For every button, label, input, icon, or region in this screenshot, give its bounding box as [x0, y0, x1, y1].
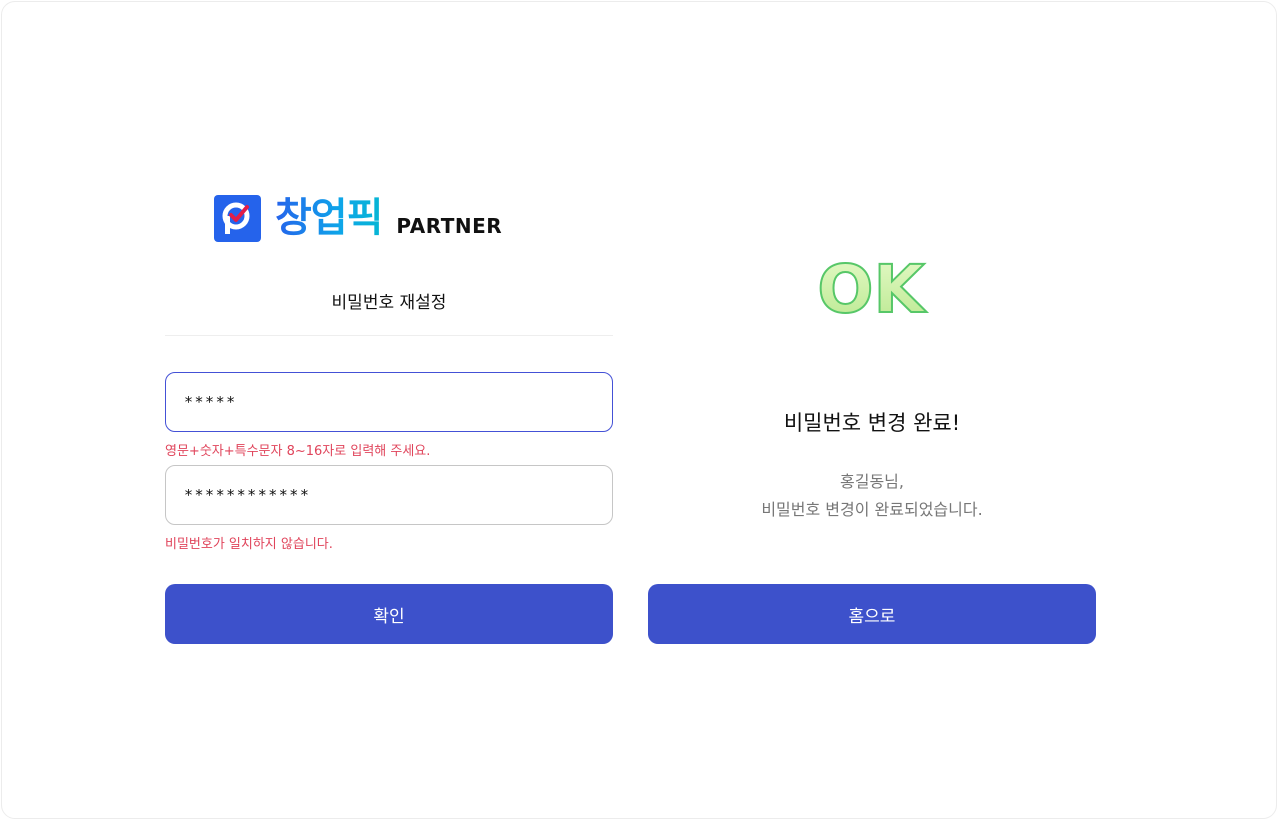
password-error: 영문+숫자+특수문자 8~16자로 입력해 주세요.: [165, 444, 431, 459]
result-message: 홍길동님, 비밀번호 변경이 완료되었습니다.: [648, 468, 1096, 524]
page-frame: 창업픽 PARTNER 비밀번호 재설정 ***** 영문+숫자+특수문자 8~…: [1, 1, 1277, 819]
result-message-line1: 홍길동님,: [840, 472, 904, 491]
result-message-line2: 비밀번호 변경이 완료되었습니다.: [761, 500, 983, 519]
ok-success-icon: OK: [816, 252, 928, 322]
home-button[interactable]: 홈으로: [648, 584, 1096, 644]
p-check-logo-icon: [214, 194, 261, 242]
new-password-input[interactable]: *****: [165, 372, 613, 432]
confirm-password-input[interactable]: ************: [165, 465, 613, 525]
new-password-value: *****: [184, 393, 237, 411]
page-title: 비밀번호 재설정: [331, 293, 447, 313]
ok-badge-text: OK: [817, 252, 927, 322]
confirm-password-value: ************: [184, 486, 311, 504]
confirm-password-error: 비밀번호가 일치하지 않습니다.: [165, 537, 333, 552]
title-divider: [165, 335, 613, 336]
partner-label: PARTNER: [396, 214, 503, 238]
result-title: 비밀번호 변경 완료!: [783, 411, 961, 435]
confirm-button[interactable]: 확인: [165, 584, 613, 644]
brand-logo: 창업픽 PARTNER: [214, 194, 502, 242]
brand-name: 창업픽: [275, 195, 383, 241]
